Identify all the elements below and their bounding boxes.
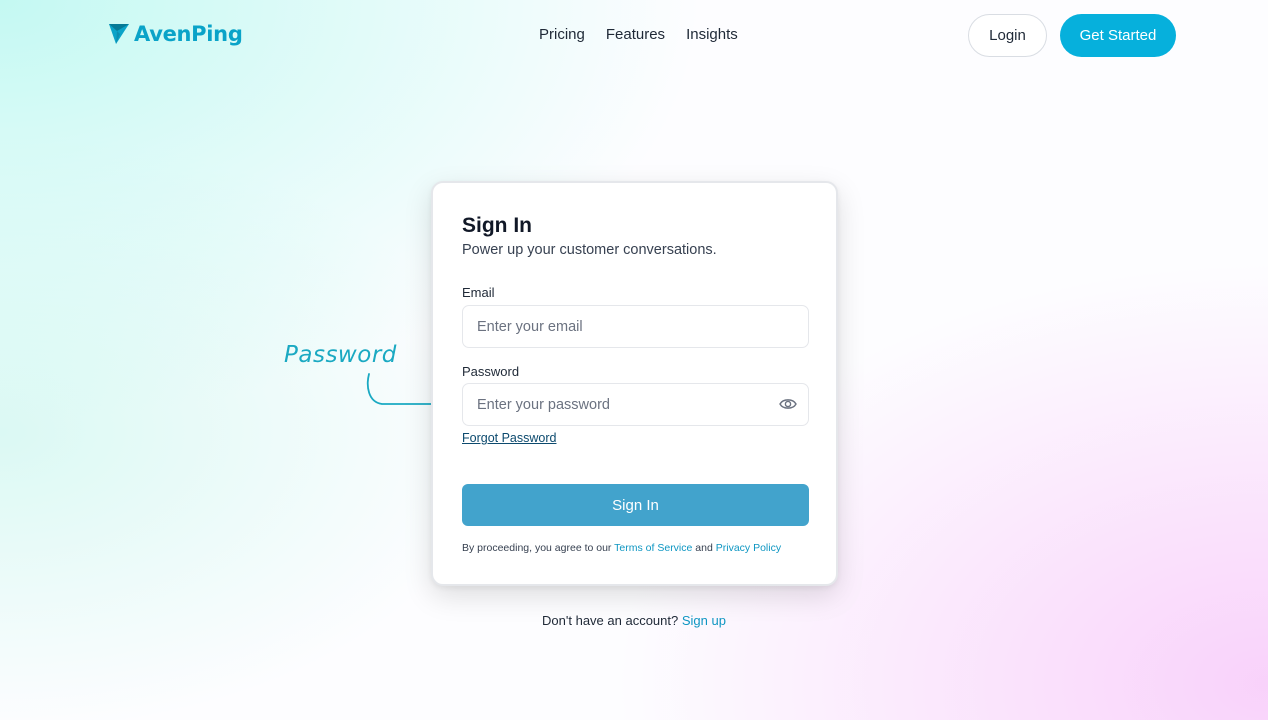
signin-title: Sign In (462, 214, 532, 237)
privacy-policy-link[interactable]: Privacy Policy (716, 542, 781, 554)
nav-link-pricing[interactable]: Pricing (539, 26, 585, 43)
eye-icon[interactable] (779, 397, 797, 411)
login-button[interactable]: Login (968, 14, 1047, 57)
get-started-button[interactable]: Get Started (1060, 14, 1176, 57)
email-field[interactable] (462, 305, 809, 348)
signup-prompt-text: Don't have an account? (542, 613, 679, 628)
legal-and: and (695, 542, 713, 554)
nav-link-insights[interactable]: Insights (686, 26, 738, 43)
paper-plane-icon (109, 24, 129, 44)
email-label: Email (462, 285, 495, 300)
signin-card: Sign In Power up your customer conversat… (431, 181, 838, 586)
password-annotation-label: Password (284, 342, 397, 368)
password-label: Password (462, 364, 520, 379)
legal-notice: By proceeding, you agree to our Terms of… (462, 542, 781, 554)
brand-logo[interactable]: AvenPing (108, 22, 243, 46)
terms-of-service-link[interactable]: Terms of Service (614, 542, 692, 554)
signin-submit-button[interactable]: Sign In (462, 484, 809, 526)
forgot-password-link[interactable]: Forgot Password (462, 431, 556, 445)
legal-prefix: By proceeding, you agree to our (462, 542, 612, 554)
nav-link-features[interactable]: Features (606, 26, 665, 43)
top-header: AvenPing Pricing Features Insights Login… (0, 0, 1268, 70)
signup-link[interactable]: Sign up (682, 613, 726, 628)
signin-subtitle: Power up your customer conversations. (462, 242, 717, 258)
password-field[interactable] (462, 383, 809, 426)
main-nav: Pricing Features Insights (539, 26, 738, 43)
brand-name: AvenPing (134, 22, 243, 46)
signup-prompt: Don't have an account? Sign up (0, 613, 1268, 628)
